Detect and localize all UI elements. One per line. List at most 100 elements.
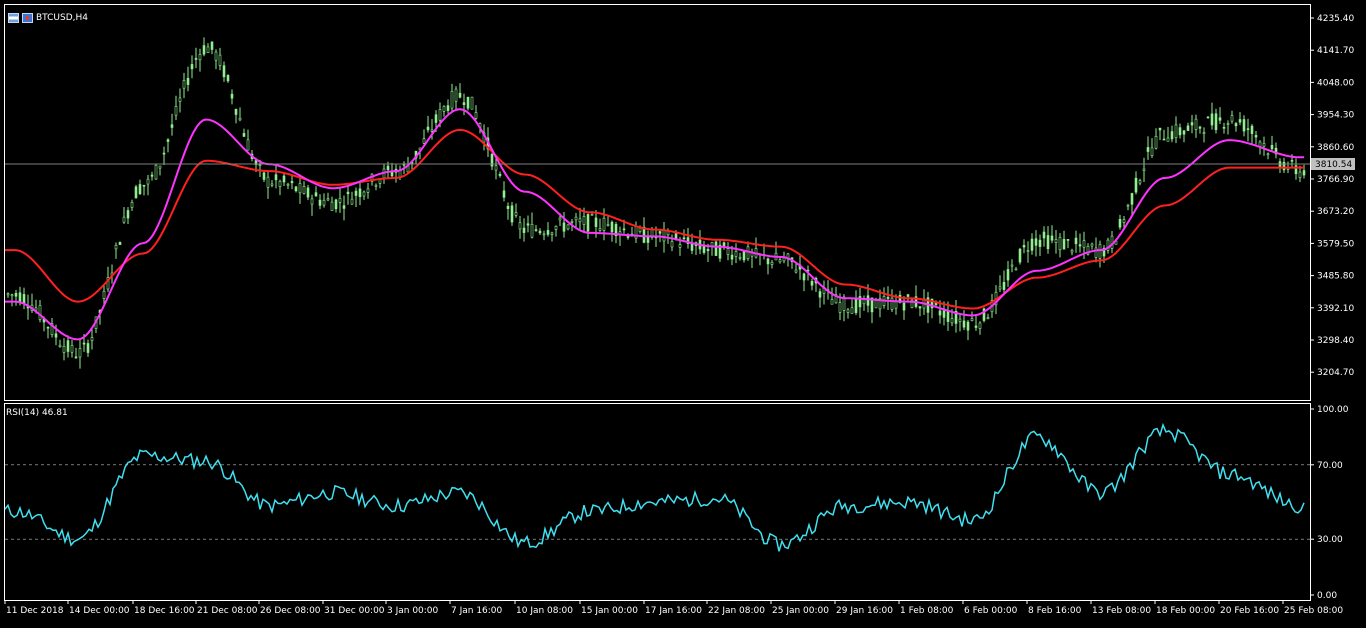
candle-body — [462, 102, 466, 105]
candle-body — [1206, 116, 1210, 119]
rsi-axis-label: 100.00 — [1317, 405, 1349, 415]
candle-body — [66, 340, 70, 352]
candle-body — [1142, 168, 1146, 171]
candle-body — [1054, 239, 1058, 243]
candle-body — [1138, 180, 1142, 184]
candle-body — [1246, 128, 1250, 130]
rsi-axis-label: 0.00 — [1317, 591, 1337, 601]
candle-body — [1034, 238, 1038, 246]
candle-body — [194, 58, 198, 60]
candle-body — [962, 320, 966, 328]
candle-body — [474, 112, 478, 119]
candle-body — [1226, 123, 1230, 125]
candle-body — [346, 191, 350, 195]
current-price-marker-text: 3810.54 — [1315, 160, 1352, 170]
candle-body — [974, 325, 978, 328]
candle-body — [1098, 244, 1102, 259]
candle-body — [690, 243, 694, 251]
candle-body — [1066, 239, 1070, 241]
candle-body — [638, 227, 642, 233]
candle-body — [454, 88, 458, 102]
candle-body — [306, 187, 310, 198]
candle-body — [134, 186, 138, 199]
candle-body — [266, 176, 270, 188]
candle-body — [138, 184, 142, 195]
candle-body — [1162, 138, 1166, 141]
candle-body — [302, 186, 306, 194]
candle-body — [446, 105, 450, 111]
candle-body — [386, 165, 390, 171]
candle-body — [730, 254, 734, 260]
candle-body — [802, 273, 806, 281]
time-axis-label: 31 Dec 00:00 — [324, 606, 385, 616]
candle-body — [818, 291, 822, 298]
time-axis-label: 25 Feb 08:00 — [1284, 606, 1343, 616]
time-axis-label: 3 Jan 00:00 — [387, 606, 439, 616]
candle-body — [918, 306, 922, 309]
candle-body — [1210, 113, 1214, 126]
candle-body — [178, 97, 182, 102]
chart-window[interactable]: 4235.40 4141.70 4048.00 3954.30 3860.60 3766.… — [0, 0, 1366, 624]
time-axis-label: 18 Dec 16:00 — [134, 606, 195, 616]
candle-body — [1130, 193, 1134, 205]
candle-body — [838, 302, 842, 313]
candle-body — [118, 242, 122, 245]
candle-body — [466, 96, 470, 109]
candle-body — [1178, 127, 1182, 136]
candle-body — [1298, 171, 1302, 178]
candle-body — [522, 227, 526, 233]
candle-body — [22, 294, 26, 304]
candle-body — [38, 305, 42, 320]
candle-body — [182, 80, 186, 89]
candle-body — [458, 92, 462, 98]
price-axis-label: 3673.20 — [1317, 207, 1354, 217]
candle-body — [130, 202, 134, 208]
chart-properties-icon[interactable] — [22, 13, 33, 23]
candle-body — [170, 124, 174, 128]
candle-body — [794, 269, 798, 273]
candle-body — [970, 318, 974, 321]
candle-body — [570, 221, 574, 223]
candle-body — [526, 223, 530, 226]
price-axis-label: 4048.00 — [1317, 78, 1354, 88]
candle-body — [846, 309, 850, 313]
candle-body — [426, 126, 430, 131]
candle-body — [746, 246, 750, 259]
candle-body — [562, 222, 566, 232]
candle-body — [514, 212, 518, 216]
chart-canvas[interactable]: 4235.40 4141.70 4048.00 3954.30 3860.60 3766.… — [0, 0, 1366, 624]
candle-body — [538, 230, 542, 234]
candle-body — [358, 188, 362, 197]
candle-body — [558, 217, 562, 221]
candle-body — [946, 310, 950, 322]
candle-body — [770, 262, 774, 265]
candle-body — [1158, 127, 1162, 131]
candle-body — [1018, 248, 1022, 263]
candle-body — [1030, 238, 1034, 251]
candle-body — [318, 199, 322, 206]
candle-body — [778, 259, 782, 263]
candle-body — [374, 184, 378, 187]
candle-body — [1190, 122, 1194, 126]
time-axis-label: 20 Feb 16:00 — [1220, 606, 1279, 616]
price-axis-label: 4141.70 — [1317, 46, 1354, 56]
candle-body — [566, 224, 570, 230]
candle-body — [86, 343, 90, 353]
candle-body — [678, 244, 682, 248]
candle-body — [126, 210, 130, 219]
candle-body — [166, 139, 170, 142]
candle-body — [218, 54, 222, 66]
candle-body — [734, 251, 738, 257]
candle-body — [270, 183, 274, 186]
candle-body — [602, 217, 606, 231]
candle-body — [938, 310, 942, 316]
candle-body — [58, 344, 62, 348]
candle-body — [390, 171, 394, 177]
candle-body — [142, 184, 146, 187]
candle-body — [890, 297, 894, 310]
candle-body — [1038, 239, 1042, 247]
chart-list-icon[interactable] — [8, 13, 19, 23]
candle-body — [434, 114, 438, 123]
candle-body — [1050, 235, 1054, 241]
candle-body — [338, 197, 342, 203]
